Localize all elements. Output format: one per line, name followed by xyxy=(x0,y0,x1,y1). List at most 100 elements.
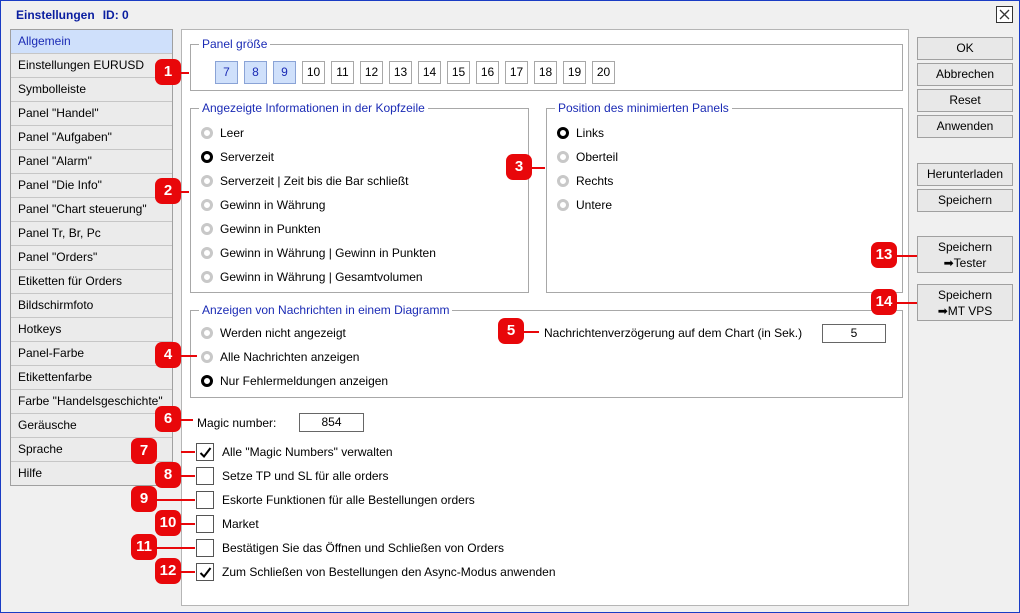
sidebar-item-panel-chart-steuerung[interactable]: Panel "Chart steuerung" xyxy=(11,198,172,222)
window-title-text: Einstellungen xyxy=(16,8,95,22)
annotation-leader-4 xyxy=(181,355,197,357)
panel-size-option[interactable]: 15 xyxy=(447,61,470,84)
sidebar-item-farbe-handelsgeschichte[interactable]: Farbe "Handelsgeschichte" xyxy=(11,390,172,414)
checkbox-magic-numbers[interactable] xyxy=(196,443,214,461)
radio-button[interactable] xyxy=(201,271,213,283)
panel-size-legend: Panel größe xyxy=(199,37,271,51)
radio-button[interactable] xyxy=(201,351,213,363)
radio-label: Links xyxy=(576,126,605,140)
checkbox-tp-sl[interactable] xyxy=(196,467,214,485)
sidebar-item-panel-orders[interactable]: Panel "Orders" xyxy=(11,246,172,270)
annotation-leader-2 xyxy=(181,191,189,193)
panel-size-option[interactable]: 16 xyxy=(476,61,499,84)
radio-button[interactable] xyxy=(201,151,213,163)
radio-label: Serverzeit | Zeit bis die Bar schließt xyxy=(220,174,409,188)
sidebar-item-panel-die-info[interactable]: Panel "Die Info" xyxy=(11,174,172,198)
radio-button[interactable] xyxy=(201,175,213,187)
radio-label: Rechts xyxy=(576,174,614,188)
checkbox-label: Zum Schließen von Bestellungen den Async… xyxy=(222,565,556,579)
radio-label: Serverzeit xyxy=(220,150,275,164)
annotation-leader-10 xyxy=(181,523,195,525)
sidebar-item-panel-handel[interactable]: Panel "Handel" xyxy=(11,102,172,126)
sidebar-item-etiketten-orders[interactable]: Etiketten für Orders xyxy=(11,270,172,294)
message-delay-input[interactable]: 5 xyxy=(822,324,886,343)
radio-button[interactable] xyxy=(201,127,213,139)
magic-number-label: Magic number: xyxy=(197,416,277,430)
panel-size-option[interactable]: 7 xyxy=(215,61,238,84)
save-vps-button[interactable]: Speichern ➡MT VPS xyxy=(917,284,1013,321)
panel-size-option[interactable]: 11 xyxy=(331,61,354,84)
sidebar-item-einstellungen-eurusd[interactable]: Einstellungen EURUSD xyxy=(11,54,172,78)
sidebar-item-etikettenfarbe[interactable]: Etikettenfarbe xyxy=(11,366,172,390)
annotation-badge-2: 2 xyxy=(155,178,181,204)
panel-size-option[interactable]: 18 xyxy=(534,61,557,84)
radio-button[interactable] xyxy=(201,199,213,211)
sidebar-item-panel-farbe[interactable]: Panel-Farbe xyxy=(11,342,172,366)
sidebar-item-bildschirmfoto[interactable]: Bildschirmfoto xyxy=(11,294,172,318)
radio-label: Untere xyxy=(576,198,613,212)
save-tester-label-2: ➡Tester xyxy=(943,256,987,270)
radio-button[interactable] xyxy=(201,223,213,235)
panel-size-group: Panel größe 7 8 9 10 11 12 13 14 15 16 1… xyxy=(190,37,903,91)
radio-label: Leer xyxy=(220,126,245,140)
panel-size-option[interactable]: 8 xyxy=(244,61,267,84)
checkbox-confirm-orders[interactable] xyxy=(196,539,214,557)
apply-button[interactable]: Anwenden xyxy=(917,115,1013,138)
radio-label: Nur Fehlermeldungen anzeigen xyxy=(220,374,389,388)
annotation-leader-7 xyxy=(181,451,195,453)
panel-size-option[interactable]: 14 xyxy=(418,61,441,84)
checkbox-market[interactable] xyxy=(196,515,214,533)
annotation-leader-12 xyxy=(181,571,195,573)
radio-button[interactable] xyxy=(557,175,569,187)
annotation-badge-10: 10 xyxy=(155,510,181,536)
sidebar-item-allgemein[interactable]: Allgemein xyxy=(11,30,172,54)
radio-button[interactable] xyxy=(557,199,569,211)
panel-size-option[interactable]: 17 xyxy=(505,61,528,84)
panel-size-option[interactable]: 10 xyxy=(302,61,325,84)
close-button[interactable] xyxy=(996,6,1013,23)
min-panel-position-group: Position des minimierten Panels Links Ob… xyxy=(546,101,903,293)
panel-size-option[interactable]: 20 xyxy=(592,61,615,84)
radio-button[interactable] xyxy=(201,247,213,259)
annotation-badge-8: 8 xyxy=(155,462,181,488)
settings-content: Panel größe 7 8 9 10 11 12 13 14 15 16 1… xyxy=(181,29,909,606)
sidebar-item-hotkeys[interactable]: Hotkeys xyxy=(11,318,172,342)
save-tester-button[interactable]: Speichern ➡Tester xyxy=(917,236,1013,273)
annotation-badge-7: 7 xyxy=(131,438,157,464)
annotation-leader-13 xyxy=(897,255,917,257)
checkbox-eskorte[interactable] xyxy=(196,491,214,509)
annotation-badge-3: 3 xyxy=(506,154,532,180)
annotation-badge-5: 5 xyxy=(498,318,524,344)
checkmark-icon xyxy=(199,447,212,459)
radio-button[interactable] xyxy=(557,151,569,163)
checkmark-icon xyxy=(199,567,212,579)
ok-button[interactable]: OK xyxy=(917,37,1013,60)
sidebar-item-panel-alarm[interactable]: Panel "Alarm" xyxy=(11,150,172,174)
sidebar-item-panel-tr-br-pc[interactable]: Panel Tr, Br, Pc xyxy=(11,222,172,246)
cancel-button[interactable]: Abbrechen xyxy=(917,63,1013,86)
panel-size-option[interactable]: 13 xyxy=(389,61,412,84)
radio-button[interactable] xyxy=(557,127,569,139)
annotation-leader-9 xyxy=(157,499,195,501)
checkbox-async-mode[interactable] xyxy=(196,563,214,581)
download-button[interactable]: Herunterladen xyxy=(917,163,1013,186)
reset-button[interactable]: Reset xyxy=(917,89,1013,112)
panel-size-option[interactable]: 9 xyxy=(273,61,296,84)
message-delay-label: Nachrichtenverzögerung auf dem Chart (in… xyxy=(544,326,803,340)
magic-number-input[interactable]: 854 xyxy=(299,413,364,432)
save-tester-label-1: Speichern xyxy=(937,240,993,254)
header-info-group: Angezeigte Informationen in der Kopfzeil… xyxy=(190,101,529,293)
annotation-badge-6: 6 xyxy=(155,406,181,432)
radio-label: Alle Nachrichten anzeigen xyxy=(220,350,360,364)
save-button[interactable]: Speichern xyxy=(917,189,1013,212)
annotation-badge-13: 13 xyxy=(871,242,897,268)
sidebar-item-hilfe[interactable]: Hilfe xyxy=(11,462,172,485)
radio-button[interactable] xyxy=(201,327,213,339)
radio-button[interactable] xyxy=(201,375,213,387)
sidebar-item-symbolleiste[interactable]: Symbolleiste xyxy=(11,78,172,102)
radio-label: Oberteil xyxy=(576,150,619,164)
panel-size-option[interactable]: 12 xyxy=(360,61,383,84)
sidebar-item-panel-aufgaben[interactable]: Panel "Aufgaben" xyxy=(11,126,172,150)
sidebar-item-geraeusche[interactable]: Geräusche xyxy=(11,414,172,438)
panel-size-option[interactable]: 19 xyxy=(563,61,586,84)
